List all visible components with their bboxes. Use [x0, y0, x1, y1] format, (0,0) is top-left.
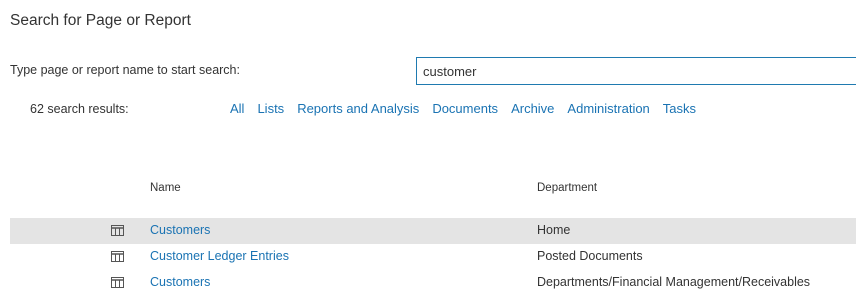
list-page-icon — [111, 251, 124, 262]
table-row[interactable]: Customers Home — [10, 218, 856, 244]
result-department: Departments/Financial Management/Receiva… — [537, 275, 811, 289]
result-name-link[interactable]: Customers — [150, 223, 210, 237]
result-name-link[interactable]: Customer Ledger Entries — [150, 249, 289, 263]
filter-all[interactable]: All — [230, 101, 244, 116]
result-department: Posted Documents — [537, 249, 643, 263]
filter-documents[interactable]: Documents — [432, 101, 498, 116]
filter-reports-and-analysis[interactable]: Reports and Analysis — [297, 101, 419, 116]
column-header-department[interactable]: Department — [537, 182, 597, 194]
table-row[interactable]: Customers Departments/Financial Manageme… — [10, 270, 856, 296]
result-department: Home — [537, 223, 571, 237]
search-prompt-label: Type page or report name to start search… — [10, 63, 240, 77]
list-page-icon — [111, 277, 124, 288]
results-count: 62 search results: — [30, 102, 129, 116]
filter-lists[interactable]: Lists — [257, 101, 284, 116]
list-page-icon — [111, 225, 124, 236]
result-name-link[interactable]: Customers — [150, 275, 210, 289]
filter-tasks[interactable]: Tasks — [663, 101, 696, 116]
column-header-name[interactable]: Name — [150, 182, 181, 194]
filter-administration[interactable]: Administration — [567, 101, 649, 116]
filter-archive[interactable]: Archive — [511, 101, 554, 116]
table-row[interactable]: Customer Ledger Entries Posted Documents — [10, 244, 856, 270]
page-title: Search for Page or Report — [10, 12, 191, 29]
search-input[interactable] — [416, 57, 856, 85]
filter-bar: All Lists Reports and Analysis Documents… — [230, 101, 709, 116]
